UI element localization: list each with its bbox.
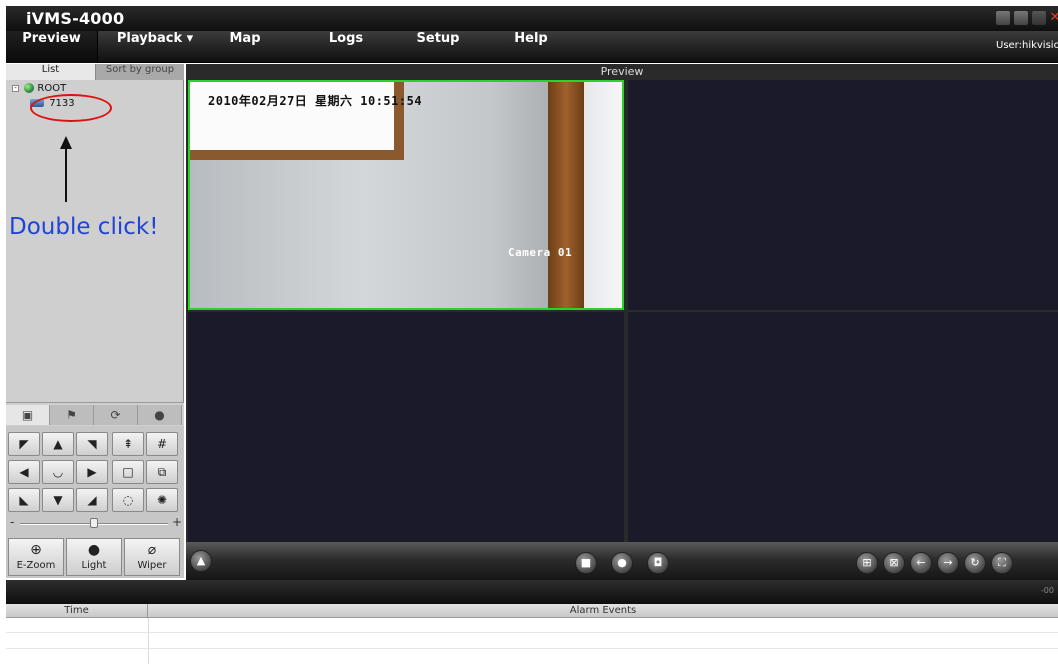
- table-row: [6, 632, 1058, 633]
- status-right-text: -00: [1040, 586, 1054, 595]
- menu-map[interactable]: Map: [220, 31, 270, 63]
- dome-icon[interactable]: ●: [138, 405, 182, 425]
- down-right-arrow-icon[interactable]: ◢: [76, 488, 108, 512]
- speed-slider-handle[interactable]: [90, 518, 98, 528]
- minimize-icon[interactable]: [1032, 11, 1046, 25]
- osd-timestamp: 2010年02月27日 星期六 10:51:54: [208, 94, 423, 108]
- layout-icon[interactable]: ⊞: [856, 552, 878, 574]
- close-icon[interactable]: ✕: [1048, 11, 1058, 25]
- up-left-arrow-icon[interactable]: ◤: [8, 432, 40, 456]
- magnifier-icon: ⊕: [30, 542, 42, 558]
- title-bar: iVMS-4000 ✕: [6, 6, 1058, 31]
- previous-page-icon[interactable]: ←: [910, 552, 932, 574]
- column-alarm-events[interactable]: Alarm Events: [148, 604, 1058, 618]
- device-tree: - ROOT 7133: [6, 80, 184, 402]
- annotation-circle: [30, 94, 112, 122]
- up-arrow-icon[interactable]: ▲: [42, 432, 74, 456]
- auto-icon[interactable]: ◡: [42, 460, 74, 484]
- focus-far-icon[interactable]: ⧉: [146, 460, 178, 484]
- video-cell-4[interactable]: [628, 312, 1058, 542]
- menu-preview[interactable]: Preview: [6, 31, 98, 63]
- video-cell-1[interactable]: 2010年02月27日 星期六 10:51:54 Camera 01: [188, 80, 624, 310]
- lock-icon[interactable]: [1014, 11, 1028, 25]
- user-label: User:hikvision: [996, 40, 1058, 51]
- menu-bar: Preview Playback ▾ Map Logs Setup Help U…: [6, 31, 1058, 63]
- fullscreen-icon[interactable]: ⛶: [991, 552, 1013, 574]
- menu-playback[interactable]: Playback ▾: [116, 31, 194, 63]
- speed-plus-icon[interactable]: +: [172, 515, 182, 529]
- app-window: iVMS-4000 ✕ Preview Playback ▾ Map Logs …: [0, 0, 1058, 664]
- ptz-tabs: ▣ ⚑ ⟳ ●: [6, 402, 184, 426]
- tree-root-label: ROOT: [37, 83, 67, 94]
- stop-all-icon[interactable]: ■: [575, 552, 597, 574]
- tree-node-root[interactable]: - ROOT: [12, 83, 66, 94]
- e-zoom-button[interactable]: ⊕ E-Zoom: [8, 538, 64, 576]
- app-title: iVMS-4000: [26, 9, 125, 28]
- record-icon[interactable]: ●: [611, 552, 633, 574]
- light-button[interactable]: ● Light: [66, 538, 122, 576]
- status-strip: -00: [6, 580, 1058, 604]
- ptz-control-panel: ◤ ▲ ◥ ⇞ # ◀ ◡ ▶ □ ⧉ ◣ ▼ ◢ ◌ ✺ - + ⊕ E-Zo…: [6, 426, 184, 578]
- next-page-icon[interactable]: →: [937, 552, 959, 574]
- preview-header: Preview: [186, 64, 1058, 80]
- capture-icon[interactable]: ◘: [647, 552, 669, 574]
- layout-grid-icon[interactable]: ⊠: [883, 552, 905, 574]
- down-left-arrow-icon[interactable]: ◣: [8, 488, 40, 512]
- osd-camera-name: Camera 01: [508, 246, 573, 259]
- tab-list[interactable]: List: [6, 64, 96, 80]
- user-icon[interactable]: [996, 11, 1010, 25]
- e-zoom-label: E-Zoom: [16, 560, 56, 571]
- zoom-out-icon[interactable]: #: [146, 432, 178, 456]
- light-bulb-icon: ●: [87, 542, 101, 558]
- alarm-table-header: Time Alarm Events: [6, 604, 1058, 618]
- collapse-icon[interactable]: -: [12, 84, 19, 92]
- annotation-text: Double click!: [9, 214, 159, 240]
- table-row: [6, 648, 1058, 649]
- sequence-icon[interactable]: ↻: [964, 552, 986, 574]
- alert-icon[interactable]: ▲: [190, 550, 212, 572]
- wiper-label: Wiper: [137, 560, 167, 571]
- globe-icon: [24, 83, 35, 93]
- zoom-in-icon[interactable]: ⇞: [112, 432, 144, 456]
- menu-setup[interactable]: Setup: [408, 31, 468, 63]
- video-cell-3[interactable]: [188, 312, 624, 542]
- iris-close-icon[interactable]: ✺: [146, 488, 178, 512]
- menu-logs[interactable]: Logs: [316, 31, 376, 63]
- video-cell-2[interactable]: [628, 80, 1058, 310]
- iris-open-icon[interactable]: ◌: [112, 488, 144, 512]
- down-arrow-icon[interactable]: ▼: [42, 488, 74, 512]
- preview-toolbar: ▲ ■ ● ◘ ⊞ ⊠ ← → ↻ ⛶: [186, 542, 1058, 580]
- video-grid: 2010年02月27日 星期六 10:51:54 Camera 01: [186, 80, 1058, 542]
- flag-icon[interactable]: ⚑: [50, 405, 94, 425]
- tab-sort-by-group[interactable]: Sort by group: [96, 64, 184, 80]
- annotation-arrow-line: [65, 148, 67, 202]
- alarm-table-body: [6, 618, 1058, 664]
- menu-help[interactable]: Help: [506, 31, 556, 63]
- left-panel-tabs: List Sort by group: [6, 64, 184, 80]
- tour-icon[interactable]: ⟳: [94, 405, 138, 425]
- left-arrow-icon[interactable]: ◀: [8, 460, 40, 484]
- column-time[interactable]: Time: [6, 604, 148, 618]
- wiper-button[interactable]: ⌀ Wiper: [124, 538, 180, 576]
- focus-near-icon[interactable]: □: [112, 460, 144, 484]
- column-divider: [148, 618, 149, 664]
- speed-minus-icon[interactable]: -: [10, 515, 14, 529]
- light-label: Light: [81, 560, 107, 571]
- right-arrow-icon[interactable]: ▶: [76, 460, 108, 484]
- camera-feed-door: [548, 82, 584, 308]
- camera-config-icon[interactable]: ▣: [6, 405, 50, 425]
- up-right-arrow-icon[interactable]: ◥: [76, 432, 108, 456]
- wiper-icon: ⌀: [147, 542, 157, 558]
- camera-feed-wall-right: [584, 82, 622, 308]
